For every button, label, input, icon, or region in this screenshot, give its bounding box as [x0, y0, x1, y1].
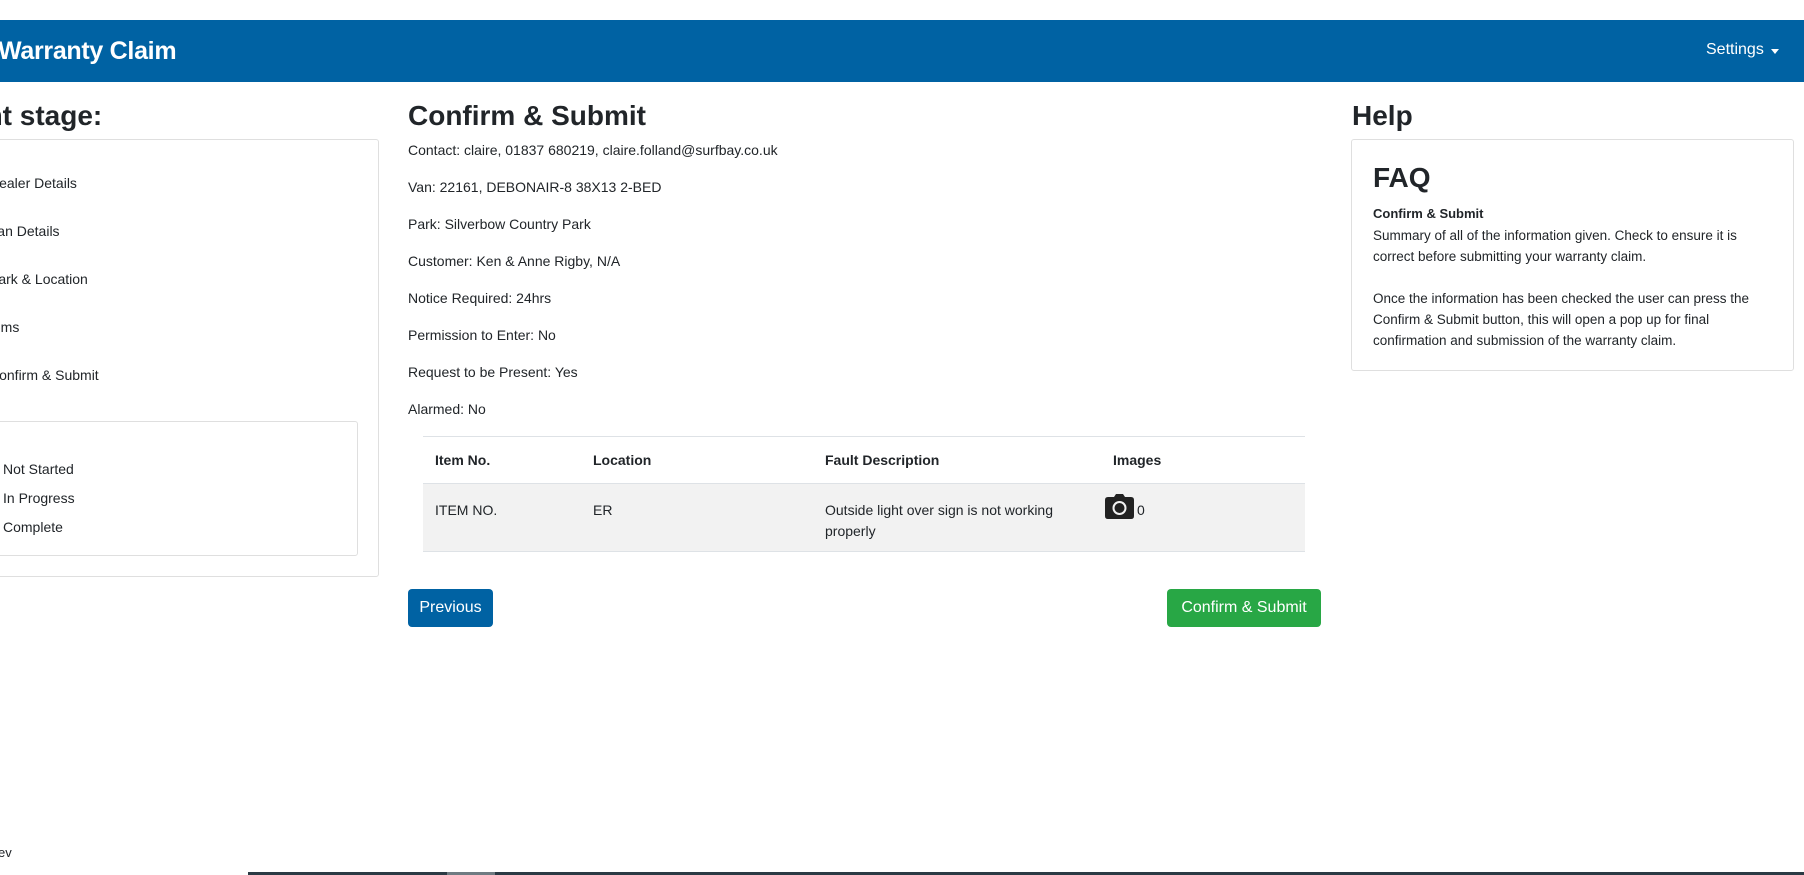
images-button[interactable]: 0	[1105, 494, 1145, 519]
contact-info: Contact: claire, 01837 680219, claire.fo…	[408, 142, 778, 158]
permission-info: Permission to Enter: No	[408, 327, 556, 343]
camera-icon	[1105, 494, 1134, 519]
stage-item-confirm-submit[interactable]: Confirm & Submit	[0, 367, 99, 383]
column-header-fault-description: Fault Description	[825, 452, 940, 468]
previous-button[interactable]: Previous	[408, 589, 493, 627]
status-key-card: /: Not Started In Progress Complete	[0, 421, 358, 556]
app-brand[interactable]: Warranty Claim	[0, 37, 177, 66]
navbar: Warranty Claim Settings	[0, 20, 1804, 82]
key-label: Complete	[3, 518, 63, 535]
footer-text: ev	[0, 845, 12, 860]
stage-item-items[interactable]: tems	[0, 319, 19, 335]
customer-info: Customer: Ken & Anne Rigby, N/A	[408, 253, 621, 269]
stage-item-van-details[interactable]: Van Details	[0, 223, 60, 239]
column-header-images: Images	[1113, 452, 1162, 468]
image-count: 0	[1137, 502, 1145, 518]
items-table: Item No. Location Fault Description Imag…	[423, 436, 1305, 552]
help-title: Help	[1352, 100, 1413, 131]
cell-item-no: ITEM NO.	[435, 502, 498, 518]
table-row: ITEM NO. ER Outside light over sign is n…	[423, 484, 1305, 552]
cell-fault-description: Outside light over sign is not working p…	[825, 502, 1053, 539]
van-info: Van: 22161, DEBONAIR-8 38X13 2-BED	[408, 179, 662, 195]
settings-label: Settings	[1706, 41, 1764, 58]
faq-subtitle: Confirm & Submit	[1373, 206, 1484, 221]
stage-item-park-location[interactable]: Park & Location	[0, 271, 88, 287]
help-card: FAQ Confirm & Submit Summary of all of t…	[1351, 139, 1794, 371]
column-header-item-no: Item No.	[435, 452, 491, 468]
faq-paragraph-instructions: Once the information has been checked th…	[1373, 291, 1749, 348]
column-header-location: Location	[593, 452, 652, 468]
key-not-started: Not Started	[0, 460, 74, 477]
faq-title: FAQ	[1373, 162, 1431, 193]
key-in-progress: In Progress	[0, 489, 75, 506]
table-header-row: Item No. Location Fault Description Imag…	[423, 437, 1305, 485]
stage-item-dealer-details[interactable]: Dealer Details	[0, 175, 77, 191]
confirm-submit-button[interactable]: Confirm & Submit	[1167, 589, 1321, 627]
key-label: Not Started	[3, 460, 74, 477]
key-label: In Progress	[3, 489, 75, 506]
faq-paragraph-summary: Summary of all of the information given.…	[1373, 228, 1737, 264]
page-title: Confirm & Submit	[408, 100, 646, 131]
alarmed-info: Alarmed: No	[408, 401, 486, 417]
present-info: Request to be Present: Yes	[408, 364, 578, 380]
cell-location: ER	[593, 502, 613, 518]
caret-down-icon	[1770, 48, 1779, 54]
settings-dropdown[interactable]: Settings	[1706, 41, 1779, 59]
current-stage-title: ent stage:	[0, 100, 103, 131]
park-info: Park: Silverbow Country Park	[408, 216, 591, 232]
key-complete: Complete	[0, 518, 63, 535]
notice-info: Notice Required: 24hrs	[408, 290, 552, 306]
